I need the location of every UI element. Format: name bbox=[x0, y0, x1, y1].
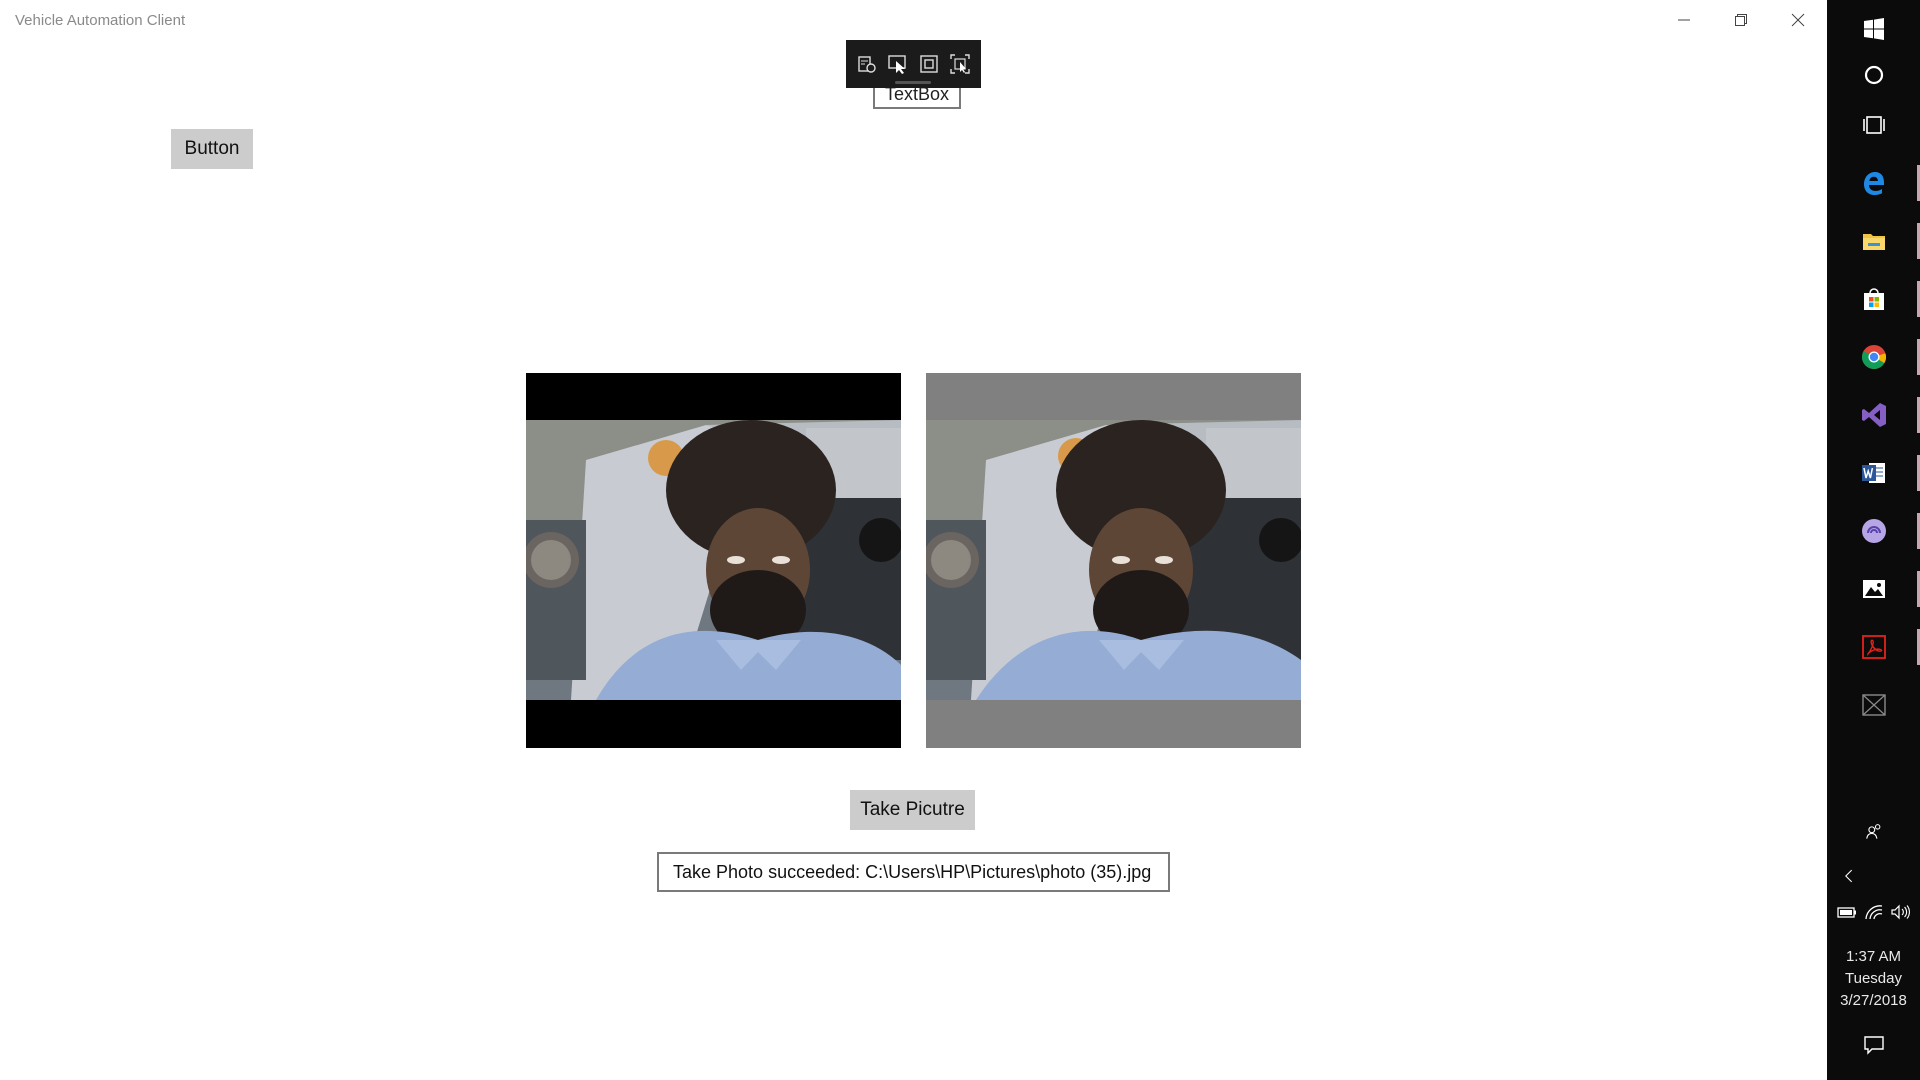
photos-icon bbox=[1862, 580, 1885, 598]
status-text-box[interactable]: Take Photo succeeded: C:\Users\HP\Pictur… bbox=[657, 852, 1170, 892]
restore-button[interactable] bbox=[1713, 0, 1769, 40]
restore-icon bbox=[1735, 14, 1747, 26]
taskbar-visual-studio[interactable] bbox=[1827, 386, 1920, 444]
store-icon bbox=[1863, 288, 1884, 310]
start-icon bbox=[1863, 18, 1884, 40]
notification-icon bbox=[1863, 1036, 1884, 1055]
taskbar-app-placeholder[interactable] bbox=[1827, 676, 1920, 734]
taskbar-acrobat[interactable] bbox=[1827, 618, 1920, 676]
taskbar-chrome[interactable] bbox=[1827, 328, 1920, 386]
webcam-image bbox=[526, 420, 901, 700]
battery-icon[interactable] bbox=[1836, 904, 1857, 920]
volume-icon[interactable] bbox=[1890, 904, 1911, 920]
visual-studio-icon bbox=[1861, 403, 1886, 427]
taskbar-word[interactable] bbox=[1827, 444, 1920, 502]
debug-toolbar-grip[interactable] bbox=[895, 81, 931, 84]
chevron-left-icon bbox=[1845, 869, 1853, 883]
minimize-button[interactable] bbox=[1656, 0, 1712, 40]
captured-image bbox=[926, 420, 1301, 700]
chrome-icon bbox=[1861, 345, 1886, 370]
clock-day: Tuesday bbox=[1845, 970, 1902, 987]
live-visual-tree-icon[interactable] bbox=[856, 53, 878, 75]
taskbar-clock[interactable]: 1:37 AM Tuesday 3/27/2018 bbox=[1827, 946, 1920, 1012]
app-window: Vehicle Automation Client TextBox Button bbox=[0, 0, 1827, 1080]
display-layout-adorners-icon[interactable] bbox=[918, 53, 940, 75]
top-button[interactable]: Button bbox=[171, 129, 253, 169]
minimize-icon bbox=[1678, 19, 1690, 21]
wifi-icon[interactable] bbox=[1864, 904, 1884, 920]
taskbar-store[interactable] bbox=[1827, 270, 1920, 328]
close-button[interactable] bbox=[1770, 0, 1826, 40]
taskbar-photos[interactable] bbox=[1827, 560, 1920, 618]
bittorrent-icon bbox=[1861, 519, 1886, 543]
show-hidden-icons-button[interactable] bbox=[1827, 862, 1920, 890]
clock-time: 1:37 AM bbox=[1845, 948, 1902, 965]
taskbar-bittorrent[interactable] bbox=[1827, 502, 1920, 560]
clock-date: 3/27/2018 bbox=[1840, 992, 1907, 1009]
system-tray bbox=[1827, 900, 1920, 924]
taskbar-edge[interactable] bbox=[1827, 154, 1920, 212]
word-icon bbox=[1861, 463, 1885, 483]
captured-photo-panel bbox=[926, 373, 1301, 748]
window-title: Vehicle Automation Client bbox=[15, 12, 186, 29]
taskbar-file-explorer[interactable] bbox=[1827, 212, 1920, 270]
app-placeholder-icon bbox=[1861, 694, 1886, 716]
select-element-icon[interactable] bbox=[887, 53, 909, 75]
edge-icon bbox=[1863, 172, 1884, 195]
close-icon bbox=[1791, 13, 1805, 27]
taskbar: 1:37 AM Tuesday 3/27/2018 bbox=[1827, 0, 1920, 1080]
take-picture-button[interactable]: Take Picutre bbox=[850, 790, 975, 830]
action-center-button[interactable] bbox=[1827, 1030, 1920, 1060]
task-view-icon bbox=[1862, 116, 1885, 134]
file-explorer-icon bbox=[1862, 234, 1885, 250]
acrobat-icon bbox=[1861, 635, 1886, 659]
task-view-button[interactable] bbox=[1827, 96, 1920, 154]
people-icon bbox=[1865, 824, 1880, 839]
track-focused-element-icon[interactable] bbox=[949, 53, 971, 75]
camera-preview bbox=[526, 373, 901, 748]
title-bar: Vehicle Automation Client bbox=[0, 0, 1827, 40]
people-button[interactable] bbox=[1827, 812, 1920, 852]
cortana-icon bbox=[1864, 65, 1883, 85]
